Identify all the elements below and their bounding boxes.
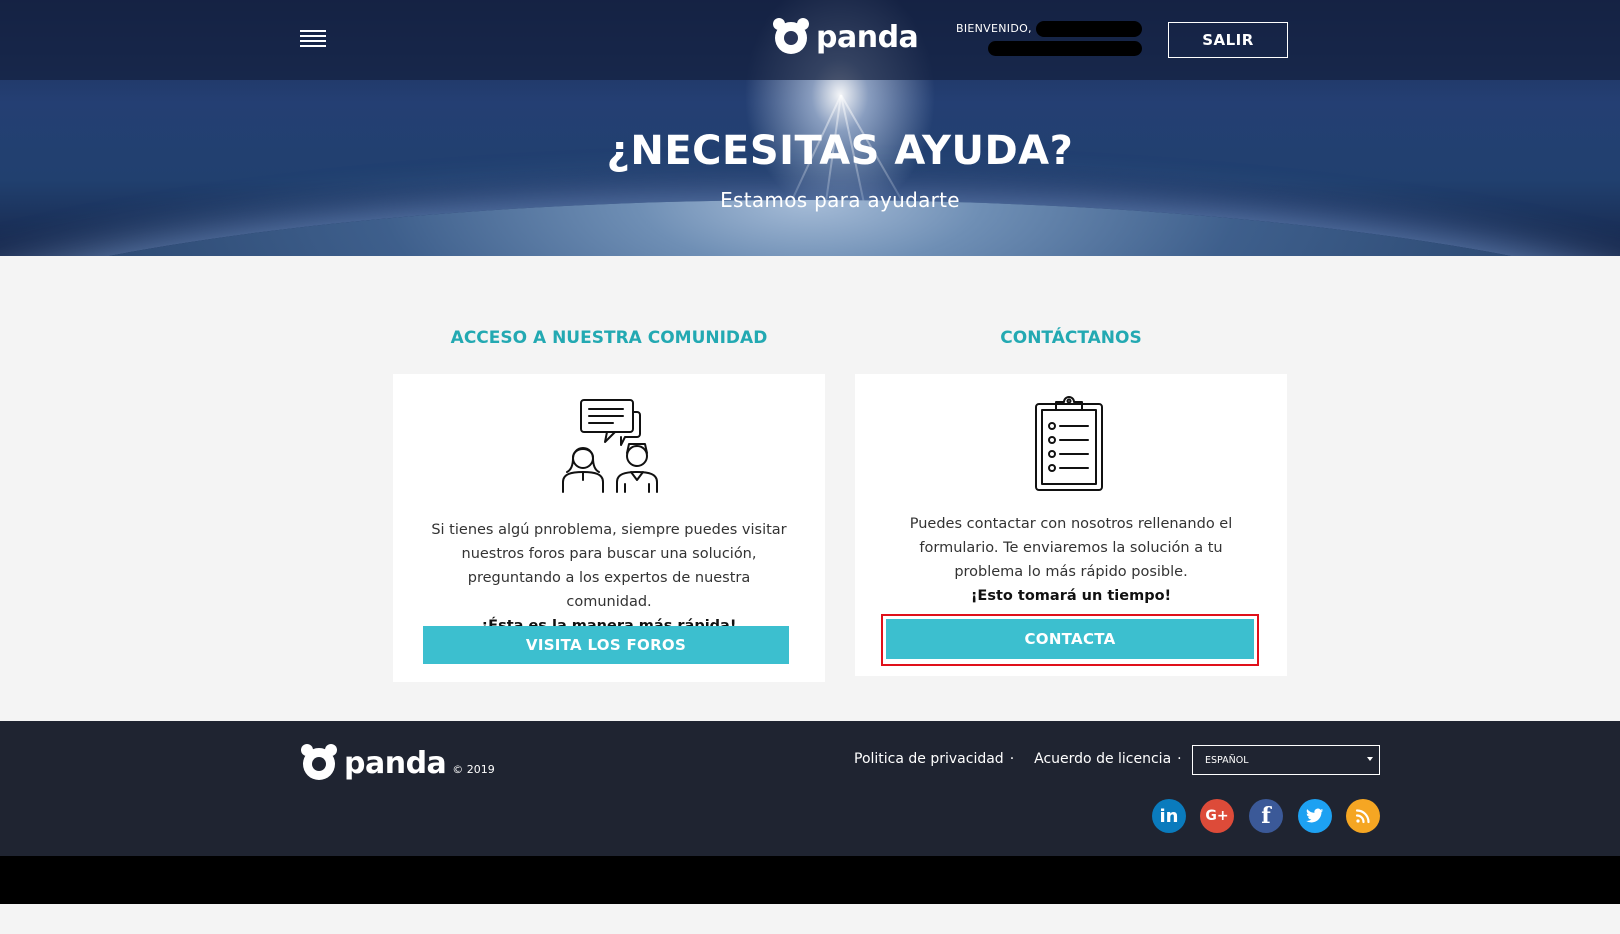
- privacy-policy-link[interactable]: Politica de privacidad: [854, 751, 1004, 767]
- twitter-icon[interactable]: [1298, 799, 1332, 833]
- contact-text: Puedes contactar con nosotros rellenando…: [909, 516, 1233, 580]
- panda-logo-icon: [772, 18, 810, 56]
- linkedin-icon-glyph: in: [1159, 805, 1179, 827]
- visit-forums-button[interactable]: VISITA LOS FOROS: [423, 626, 789, 664]
- facebook-icon[interactable]: f: [1249, 799, 1283, 833]
- panda-logo[interactable]: panda: [772, 18, 919, 56]
- license-agreement-link[interactable]: Acuerdo de licencia: [1034, 751, 1171, 767]
- copyright-text: © 2019: [452, 762, 495, 776]
- rss-feed-icon: [1355, 809, 1370, 824]
- contact-title: CONTÁCTANOS: [1000, 328, 1142, 348]
- site-footer: panda © 2019 Politica de privacidad · Ac…: [0, 721, 1620, 856]
- linkedin-icon[interactable]: in: [1152, 799, 1186, 833]
- community-text: Si tienes algú pnroblema, siempre puedes…: [431, 522, 787, 610]
- logout-button[interactable]: SALIR: [1168, 22, 1288, 58]
- contact-description: Puedes contactar con nosotros rellenando…: [855, 512, 1287, 608]
- google-plus-icon[interactable]: G+: [1200, 799, 1234, 833]
- community-description: Si tienes algú pnroblema, siempre puedes…: [393, 518, 825, 638]
- hero-banner: panda BIENVENIDO, SALIR ¿NECESITAS AYUDA…: [0, 0, 1620, 256]
- redacted-email: [988, 41, 1142, 56]
- language-select[interactable]: ESPAÑOL: [1192, 745, 1380, 775]
- contact-button[interactable]: CONTACTA: [886, 619, 1254, 659]
- community-title: ACCESO A NUESTRA COMUNIDAD: [450, 328, 768, 348]
- contact-card: Puedes contactar con nosotros rellenando…: [855, 374, 1287, 676]
- help-options-section: ACCESO A NUESTRA COMUNIDAD Si tienes alg…: [0, 256, 1620, 721]
- community-card: Si tienes algú pnroblema, siempre puedes…: [393, 374, 825, 682]
- clipboard-form-icon: [1035, 396, 1103, 491]
- footer-logo-text: panda: [344, 745, 447, 781]
- hamburger-menu-icon[interactable]: [300, 30, 326, 47]
- link-separator: ·: [1009, 751, 1015, 767]
- community-chat-icon: [562, 399, 658, 493]
- google-plus-icon-glyph: G+: [1205, 808, 1229, 824]
- rss-icon[interactable]: [1346, 799, 1380, 833]
- footer-panda-logo[interactable]: panda © 2019: [300, 744, 495, 782]
- footer-panda-logo-icon: [300, 744, 338, 782]
- welcome-label: BIENVENIDO,: [956, 22, 1032, 35]
- page-subtitle: Estamos para ayudarte: [720, 188, 960, 212]
- contact-bold-text: ¡Esto tomará un tiempo!: [970, 588, 1172, 604]
- redacted-username: [1036, 21, 1142, 37]
- bottom-black-bar: [0, 856, 1620, 904]
- page-title: ¿NECESITAS AYUDA?: [606, 128, 1074, 174]
- logo-text: panda: [816, 19, 919, 55]
- language-selected-value: ESPAÑOL: [1205, 754, 1249, 766]
- facebook-icon-glyph: f: [1261, 803, 1271, 829]
- twitter-bird-icon: [1306, 808, 1324, 823]
- link-separator: ·: [1177, 751, 1182, 767]
- chevron-down-icon: [1367, 757, 1373, 761]
- footer-links: Politica de privacidad · Acuerdo de lice…: [854, 751, 1202, 767]
